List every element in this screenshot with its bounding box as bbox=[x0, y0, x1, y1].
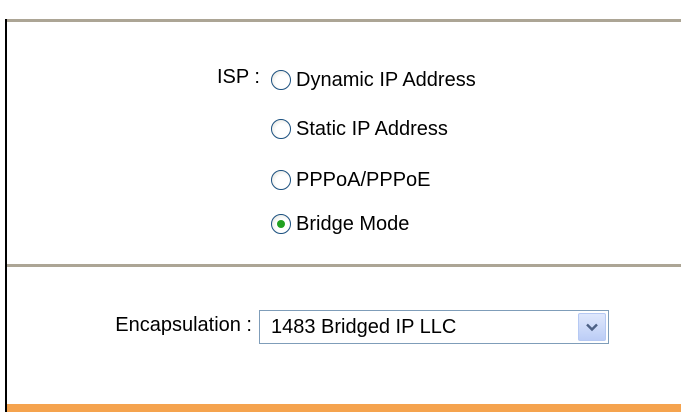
radio-bridge-mode[interactable] bbox=[271, 214, 291, 234]
radio-static-ip[interactable] bbox=[271, 119, 291, 139]
radio-option-static-ip[interactable]: Static IP Address bbox=[271, 115, 448, 143]
panel-left-border bbox=[5, 19, 7, 412]
radio-label-bridge-mode[interactable]: Bridge Mode bbox=[296, 213, 409, 236]
radio-option-dynamic-ip[interactable]: Dynamic IP Address bbox=[271, 66, 476, 94]
radio-dynamic-ip[interactable] bbox=[271, 70, 291, 90]
encapsulation-label: Encapsulation : bbox=[115, 314, 252, 336]
dropdown-button[interactable] bbox=[578, 313, 606, 341]
radio-pppoa-pppoe[interactable] bbox=[271, 170, 291, 190]
radio-label-static-ip[interactable]: Static IP Address bbox=[296, 118, 448, 141]
encapsulation-select[interactable]: 1483 Bridged IP LLC bbox=[259, 310, 609, 344]
radio-option-bridge-mode[interactable]: Bridge Mode bbox=[271, 210, 409, 238]
isp-label: ISP : bbox=[217, 66, 260, 88]
encapsulation-selected-value: 1483 Bridged IP LLC bbox=[271, 316, 457, 338]
chevron-down-icon bbox=[586, 323, 598, 332]
radio-label-pppoa-pppoe[interactable]: PPPoA/PPPoE bbox=[296, 169, 431, 192]
middle-divider bbox=[7, 264, 681, 267]
radio-option-pppoa-pppoe[interactable]: PPPoA/PPPoE bbox=[271, 166, 431, 194]
top-divider bbox=[7, 19, 681, 22]
radio-label-dynamic-ip[interactable]: Dynamic IP Address bbox=[296, 69, 476, 92]
settings-panel: ISP : Dynamic IP Address Static IP Addre… bbox=[0, 0, 681, 412]
bottom-accent-bar bbox=[7, 404, 681, 412]
